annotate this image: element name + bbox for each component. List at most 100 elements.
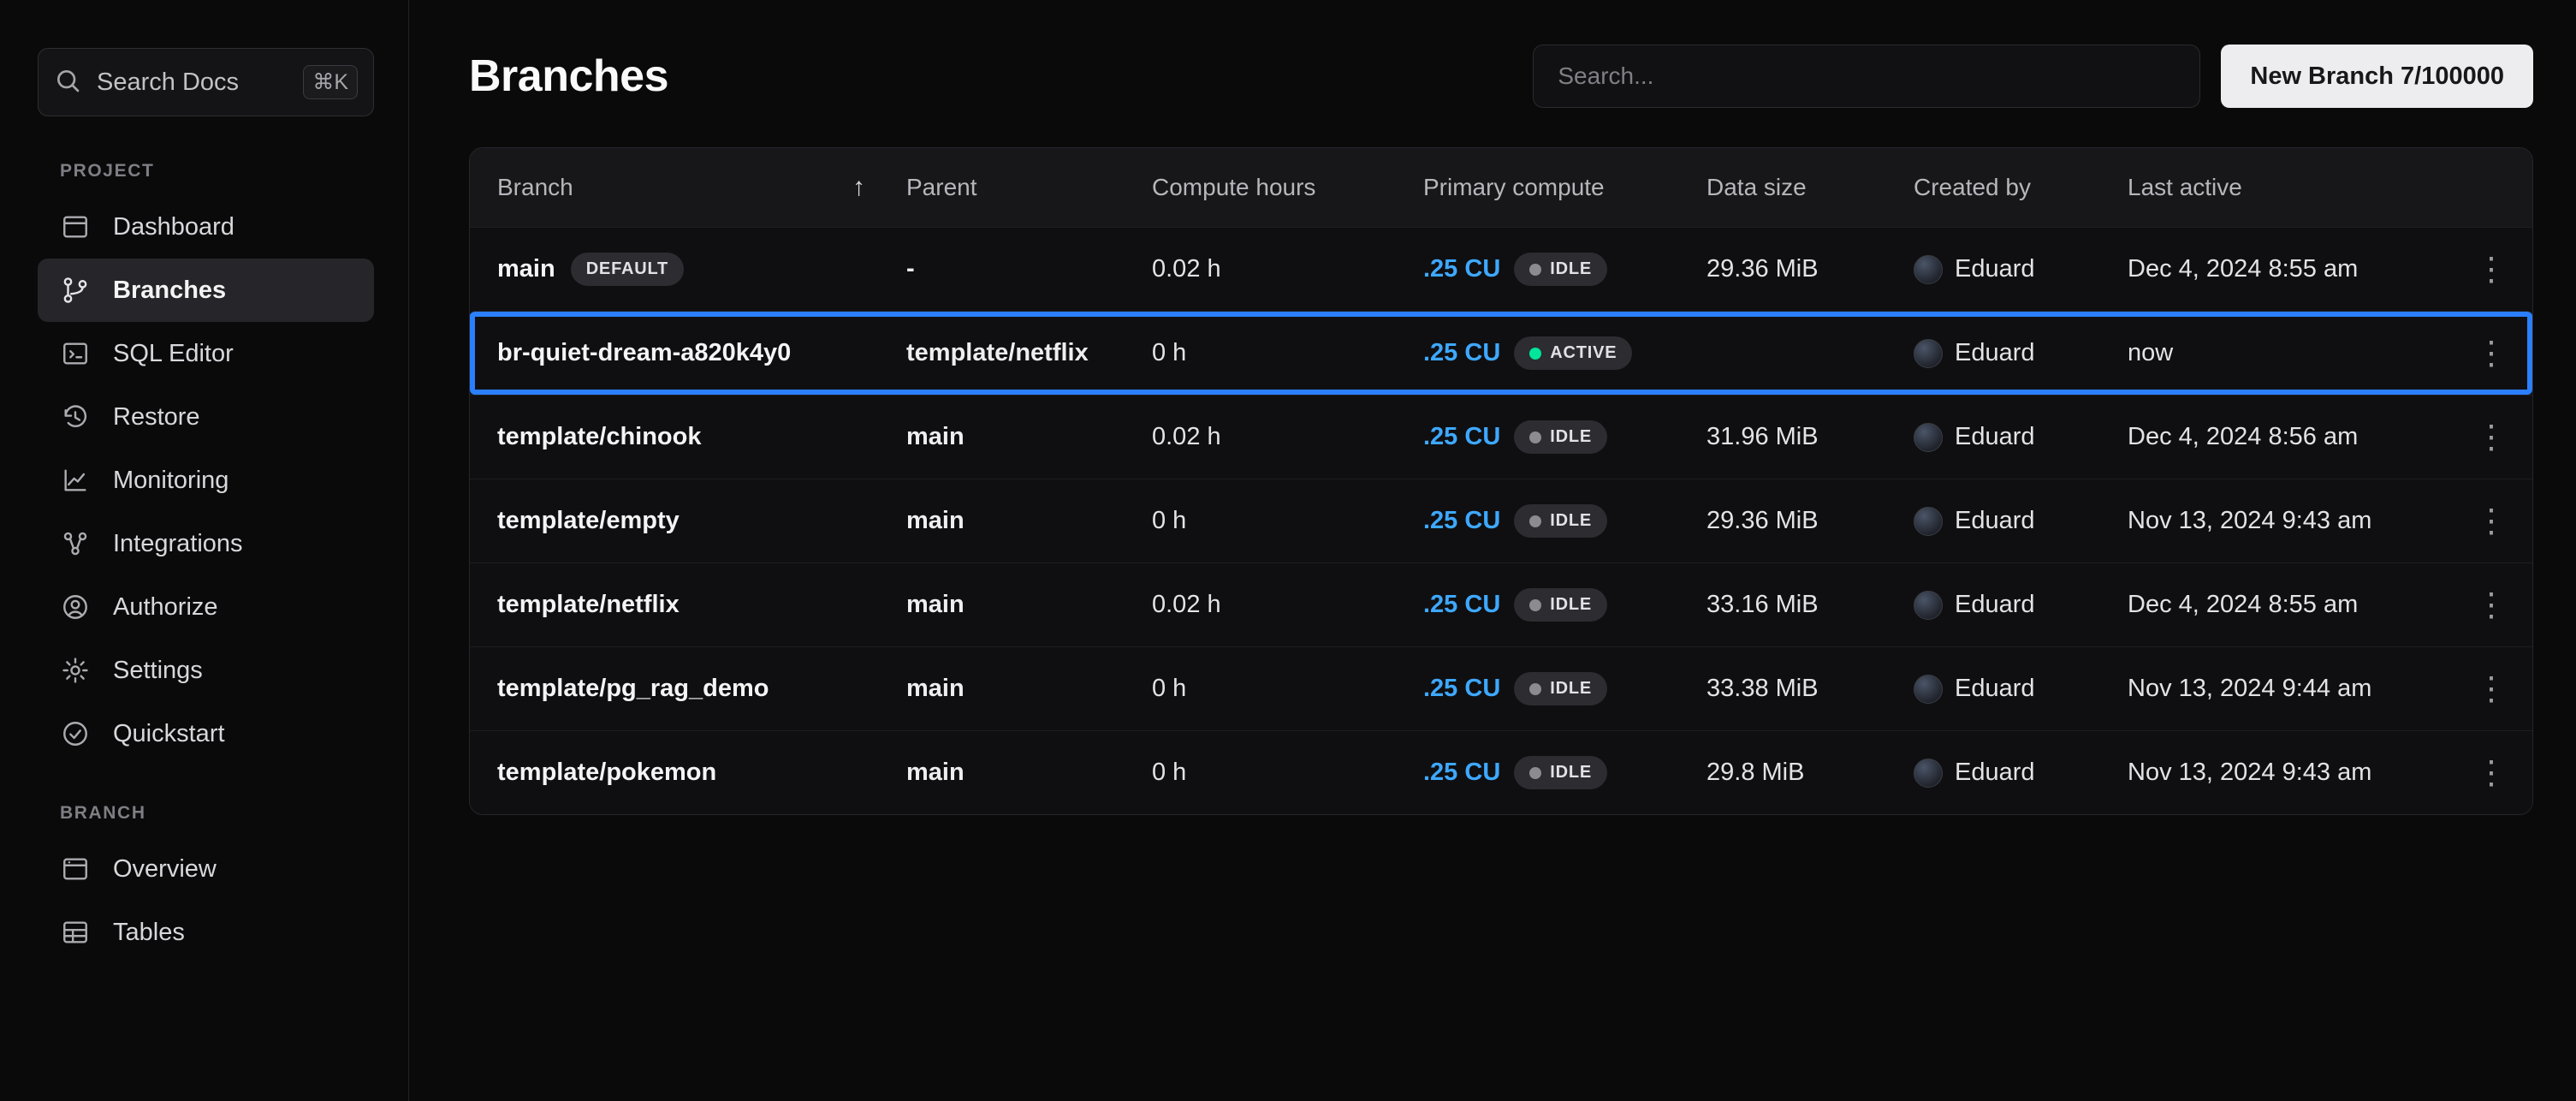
data-size: 33.16 MiB bbox=[1706, 591, 1914, 619]
sidebar: Search Docs ⌘K PROJECT Dashboard Branche… bbox=[0, 0, 409, 1101]
status-badge: ACTIVE bbox=[1514, 336, 1632, 370]
dashboard-icon bbox=[60, 211, 91, 242]
created-by-name: Eduard bbox=[1955, 339, 2035, 367]
last-active: Dec 4, 2024 8:56 am bbox=[2128, 423, 2450, 451]
row-menu-icon[interactable]: ⋮ bbox=[2471, 249, 2512, 290]
row-menu-icon[interactable]: ⋮ bbox=[2471, 753, 2512, 794]
table-row[interactable]: template/netflix main 0.02 h .25 CU IDLE… bbox=[470, 562, 2532, 646]
column-header-created-by[interactable]: Created by bbox=[1914, 174, 2128, 201]
compute-size-link[interactable]: .25 CU bbox=[1423, 759, 1500, 787]
row-actions: ⋮ bbox=[2450, 501, 2512, 542]
status-badge: IDLE bbox=[1514, 504, 1607, 538]
sidebar-item-monitoring[interactable]: Monitoring bbox=[38, 449, 374, 512]
branch-name-cell: template/empty bbox=[497, 507, 906, 535]
last-active: Dec 4, 2024 8:55 am bbox=[2128, 591, 2450, 619]
row-actions: ⋮ bbox=[2450, 585, 2512, 626]
compute-hours: 0 h bbox=[1152, 759, 1423, 787]
sidebar-item-branches[interactable]: Branches bbox=[38, 259, 374, 322]
created-by-cell: Eduard bbox=[1914, 507, 2128, 536]
compute-size-link[interactable]: .25 CU bbox=[1423, 339, 1500, 367]
row-menu-icon[interactable]: ⋮ bbox=[2471, 333, 2512, 374]
compute-size-link[interactable]: .25 CU bbox=[1423, 255, 1500, 283]
row-menu-icon[interactable]: ⋮ bbox=[2471, 669, 2512, 710]
sidebar-item-authorize[interactable]: Authorize bbox=[38, 575, 374, 639]
created-by-cell: Eduard bbox=[1914, 255, 2128, 284]
column-header-primary-compute[interactable]: Primary compute bbox=[1423, 174, 1706, 201]
sidebar-item-label: Overview bbox=[113, 855, 217, 884]
branch-name: template/chinook bbox=[497, 423, 702, 451]
column-header-last-active[interactable]: Last active bbox=[2128, 174, 2450, 201]
header-actions: New Branch 7/100000 bbox=[1533, 45, 2533, 108]
compute-hours: 0 h bbox=[1152, 675, 1423, 703]
branch-name: template/netflix bbox=[497, 591, 680, 619]
table-row[interactable]: template/chinook main 0.02 h .25 CU IDLE… bbox=[470, 395, 2532, 479]
branch-name-cell: template/pg_rag_demo bbox=[497, 675, 906, 703]
compute-hours: 0.02 h bbox=[1152, 423, 1423, 451]
table-row[interactable]: template/pg_rag_demo main 0 h .25 CU IDL… bbox=[470, 646, 2532, 730]
idle-dot-icon bbox=[1529, 683, 1541, 695]
page-title: Branches bbox=[469, 51, 668, 102]
check-circle-icon bbox=[60, 718, 91, 749]
branch-name: main bbox=[497, 255, 555, 283]
row-actions: ⋮ bbox=[2450, 669, 2512, 710]
active-dot-icon bbox=[1529, 348, 1541, 360]
row-actions: ⋮ bbox=[2450, 333, 2512, 374]
sidebar-item-integrations[interactable]: Integrations bbox=[38, 512, 374, 575]
compute-hours: 0.02 h bbox=[1152, 591, 1423, 619]
table-row[interactable]: template/pokemon main 0 h .25 CU IDLE 29… bbox=[470, 730, 2532, 814]
column-header-parent[interactable]: Parent bbox=[906, 174, 1152, 201]
created-by-name: Eduard bbox=[1955, 255, 2035, 283]
sidebar-item-overview[interactable]: Overview bbox=[38, 837, 374, 901]
compute-size-link[interactable]: .25 CU bbox=[1423, 423, 1500, 451]
compute-size-link[interactable]: .25 CU bbox=[1423, 591, 1500, 619]
sidebar-item-label: Tables bbox=[113, 919, 185, 947]
compute-size-link[interactable]: .25 CU bbox=[1423, 675, 1500, 703]
gear-icon bbox=[60, 655, 91, 686]
search-docs-button[interactable]: Search Docs ⌘K bbox=[38, 48, 374, 116]
sort-ascending-icon[interactable]: ↑ bbox=[852, 173, 865, 202]
row-menu-icon[interactable]: ⋮ bbox=[2471, 585, 2512, 626]
created-by-cell: Eduard bbox=[1914, 339, 2128, 368]
search-icon bbox=[54, 67, 81, 98]
table-row-selected[interactable]: br-quiet-dream-a820k4y0 template/netflix… bbox=[470, 311, 2532, 395]
user-circle-icon bbox=[60, 592, 91, 622]
branch-name-cell: template/pokemon bbox=[497, 759, 906, 787]
data-size: 29.36 MiB bbox=[1706, 507, 1914, 535]
branch-name-cell: template/chinook bbox=[497, 423, 906, 451]
column-header-compute-hours[interactable]: Compute hours bbox=[1152, 174, 1423, 201]
sidebar-item-quickstart[interactable]: Quickstart bbox=[38, 702, 374, 765]
created-by-name: Eduard bbox=[1955, 675, 2035, 703]
column-header-data-size[interactable]: Data size bbox=[1706, 174, 1914, 201]
new-branch-button[interactable]: New Branch 7/100000 bbox=[2221, 45, 2533, 108]
avatar bbox=[1914, 507, 1943, 536]
sql-editor-icon bbox=[60, 338, 91, 369]
keyboard-shortcut: ⌘K bbox=[303, 65, 358, 99]
status-badge: IDLE bbox=[1514, 420, 1607, 454]
column-header-branch[interactable]: Branch ↑ bbox=[497, 173, 906, 202]
created-by-name: Eduard bbox=[1955, 591, 2035, 619]
sidebar-item-restore[interactable]: Restore bbox=[38, 385, 374, 449]
row-menu-icon[interactable]: ⋮ bbox=[2471, 501, 2512, 542]
last-active: Nov 13, 2024 9:43 am bbox=[2128, 759, 2450, 787]
compute-size-link[interactable]: .25 CU bbox=[1423, 507, 1500, 535]
sidebar-item-sql-editor[interactable]: SQL Editor bbox=[38, 322, 374, 385]
sidebar-item-label: Authorize bbox=[113, 593, 218, 622]
sidebar-item-label: Settings bbox=[113, 657, 203, 685]
sidebar-item-settings[interactable]: Settings bbox=[38, 639, 374, 702]
branch-search-input[interactable] bbox=[1533, 45, 2200, 108]
overview-window-icon bbox=[60, 854, 91, 884]
sidebar-item-tables[interactable]: Tables bbox=[38, 901, 374, 964]
row-menu-icon[interactable]: ⋮ bbox=[2471, 417, 2512, 458]
idle-dot-icon bbox=[1529, 264, 1541, 276]
table-row[interactable]: template/empty main 0 h .25 CU IDLE 29.3… bbox=[470, 479, 2532, 562]
primary-compute-cell: .25 CU IDLE bbox=[1423, 588, 1706, 622]
table-row[interactable]: main DEFAULT - 0.02 h .25 CU IDLE 29.36 … bbox=[470, 227, 2532, 311]
sidebar-item-label: Monitoring bbox=[113, 467, 229, 495]
idle-dot-icon bbox=[1529, 431, 1541, 443]
last-active: Nov 13, 2024 9:43 am bbox=[2128, 507, 2450, 535]
sidebar-item-dashboard[interactable]: Dashboard bbox=[38, 195, 374, 259]
avatar bbox=[1914, 675, 1943, 704]
sidebar-item-label: SQL Editor bbox=[113, 340, 234, 368]
git-branch-icon bbox=[60, 275, 91, 306]
compute-hours: 0.02 h bbox=[1152, 255, 1423, 283]
